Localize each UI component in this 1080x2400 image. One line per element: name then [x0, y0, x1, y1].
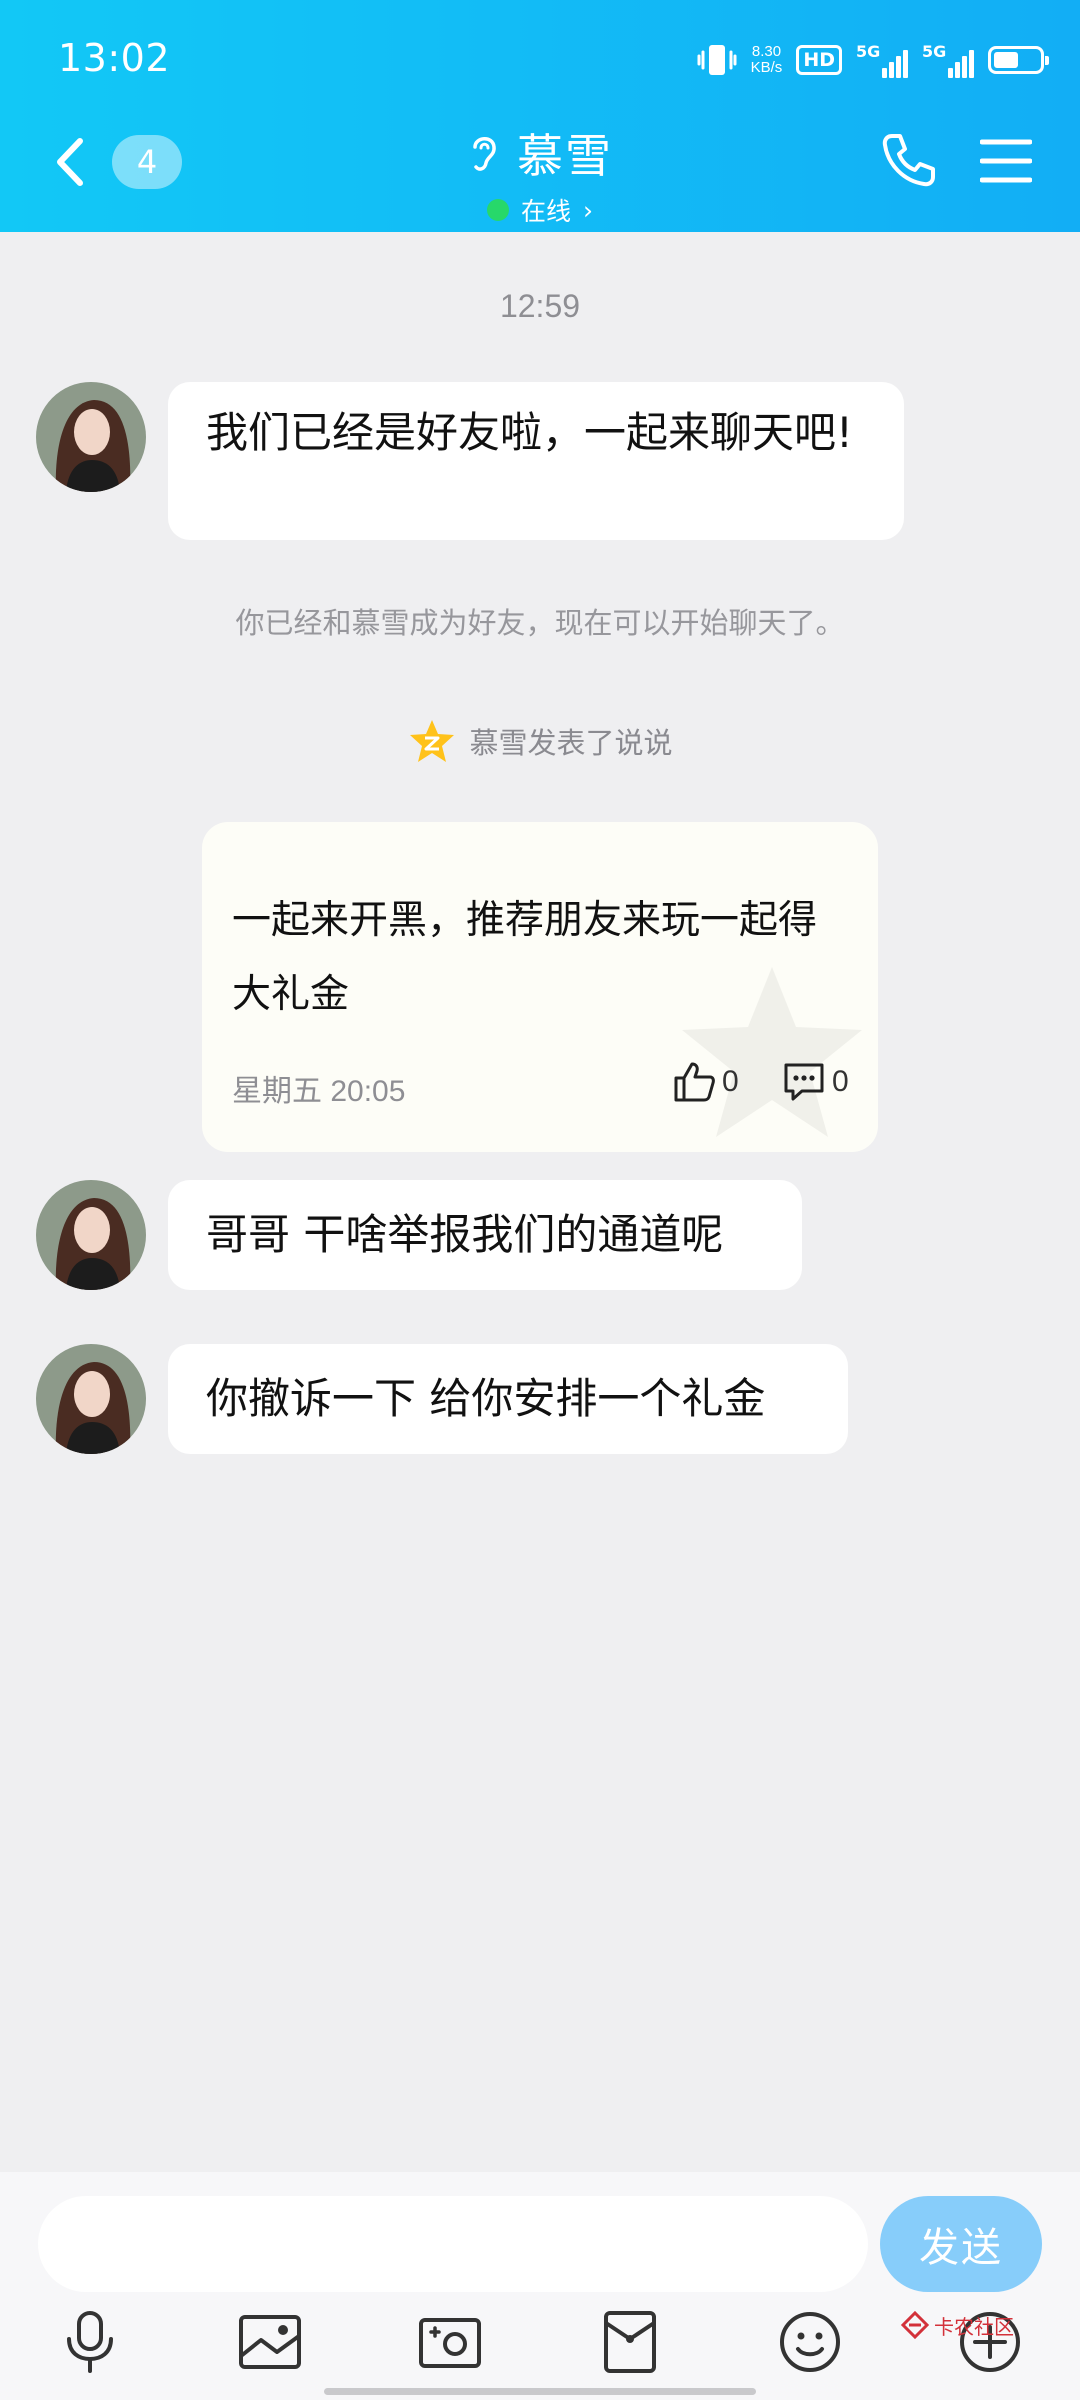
signal-sim1-icon: 5G	[856, 42, 908, 78]
voice-input-button[interactable]	[50, 2302, 130, 2382]
message-bubble[interactable]: 我们已经是好友啦，一起来聊天吧!	[168, 382, 904, 540]
vibrate-icon	[697, 45, 737, 75]
avatar-image	[36, 382, 146, 492]
watermark-logo: 卡农社区	[900, 2310, 1014, 2340]
network-speed: 8.30 KB/s	[751, 44, 783, 76]
system-notice: 你已经和慕雪成为好友，现在可以开始聊天了。	[235, 606, 845, 640]
message-input[interactable]	[38, 2196, 868, 2292]
avatar-image	[36, 1344, 146, 1454]
avatar[interactable]	[36, 1344, 146, 1454]
avatar[interactable]	[36, 382, 146, 492]
message-bubble[interactable]: 哥哥 干啥举报我们的通道呢	[168, 1180, 802, 1290]
moment-notice[interactable]: 慕雪发表了说说	[0, 718, 1080, 764]
moment-card[interactable]: 一起来开黑，推荐朋友来玩一起得大礼金 星期五 20:05 0 0	[202, 822, 878, 1152]
comment-icon	[784, 1063, 824, 1101]
input-area: 发送 卡农社区	[0, 2172, 1080, 2400]
photo-button[interactable]	[230, 2302, 310, 2382]
red-packet-button[interactable]	[590, 2302, 670, 2382]
phone-icon	[882, 134, 935, 187]
message-bubble[interactable]: 你撤诉一下 给你安排一个礼金	[168, 1344, 848, 1454]
message-text: 我们已经是好友啦，一起来聊天吧!	[206, 408, 853, 457]
avatar[interactable]	[36, 1180, 146, 1290]
battery-fill	[994, 52, 1019, 68]
watermark-text: 卡农社区	[934, 2314, 1014, 2339]
ear-icon	[473, 137, 496, 171]
send-button[interactable]: 发送	[880, 2196, 1042, 2292]
qzone-star-icon	[410, 720, 455, 762]
sim2-net-label: 5G	[922, 42, 947, 61]
comment-button[interactable]: 0	[782, 1060, 849, 1104]
hamburger-menu-icon	[979, 139, 1033, 183]
more-menu-button[interactable]	[979, 138, 1033, 184]
status-icons: 8.30 KB/s HD 5G 5G	[697, 36, 1049, 84]
like-count: 0	[722, 1065, 739, 1098]
speed-unit: KB/s	[750, 59, 783, 76]
thumbs-up-icon	[674, 1062, 715, 1102]
battery-icon	[988, 46, 1049, 74]
hd-badge: HD	[796, 45, 842, 75]
red-packet-icon	[604, 2311, 656, 2373]
camera-button[interactable]	[410, 2302, 490, 2382]
like-button[interactable]: 0	[672, 1060, 739, 1104]
message-text: 哥哥 干啥举报我们的通道呢	[206, 1210, 724, 1259]
comment-count: 0	[832, 1065, 849, 1098]
message-timestamp: 12:59	[499, 288, 581, 324]
emoji-button[interactable]	[770, 2302, 850, 2382]
message-text: 你撤诉一下 给你安排一个礼金	[206, 1374, 766, 1423]
sim1-net-label: 5G	[856, 42, 881, 61]
picture-icon	[239, 2315, 301, 2369]
online-dot-icon	[486, 199, 509, 221]
signal-sim2-icon: 5G	[922, 42, 974, 78]
voice-call-button[interactable]	[878, 130, 938, 190]
avatar-image	[36, 1180, 146, 1290]
status-arrow-icon: ›	[583, 195, 593, 225]
moment-date: 星期五 20:05	[232, 1075, 406, 1108]
moment-text: 一起来开黑，推荐朋友来玩一起得大礼金	[232, 898, 818, 1017]
emoji-icon	[780, 2312, 840, 2372]
contact-name[interactable]: 慕雪	[517, 120, 613, 186]
microphone-icon	[67, 2311, 113, 2373]
online-status[interactable]: 在线 ›	[486, 192, 593, 228]
moment-notice-text: 慕雪发表了说说	[469, 726, 673, 760]
watermark-logo-icon	[900, 2310, 930, 2340]
chat-header: 13:02 8.30 KB/s HD 5G 5G 4 慕雪 在线 ›	[0, 0, 1080, 232]
home-indicator[interactable]	[324, 2388, 756, 2395]
status-time: 13:02	[58, 36, 171, 80]
online-status-text: 在线	[520, 197, 571, 226]
camera-icon	[419, 2318, 481, 2368]
speed-value: 8.30	[751, 43, 782, 60]
